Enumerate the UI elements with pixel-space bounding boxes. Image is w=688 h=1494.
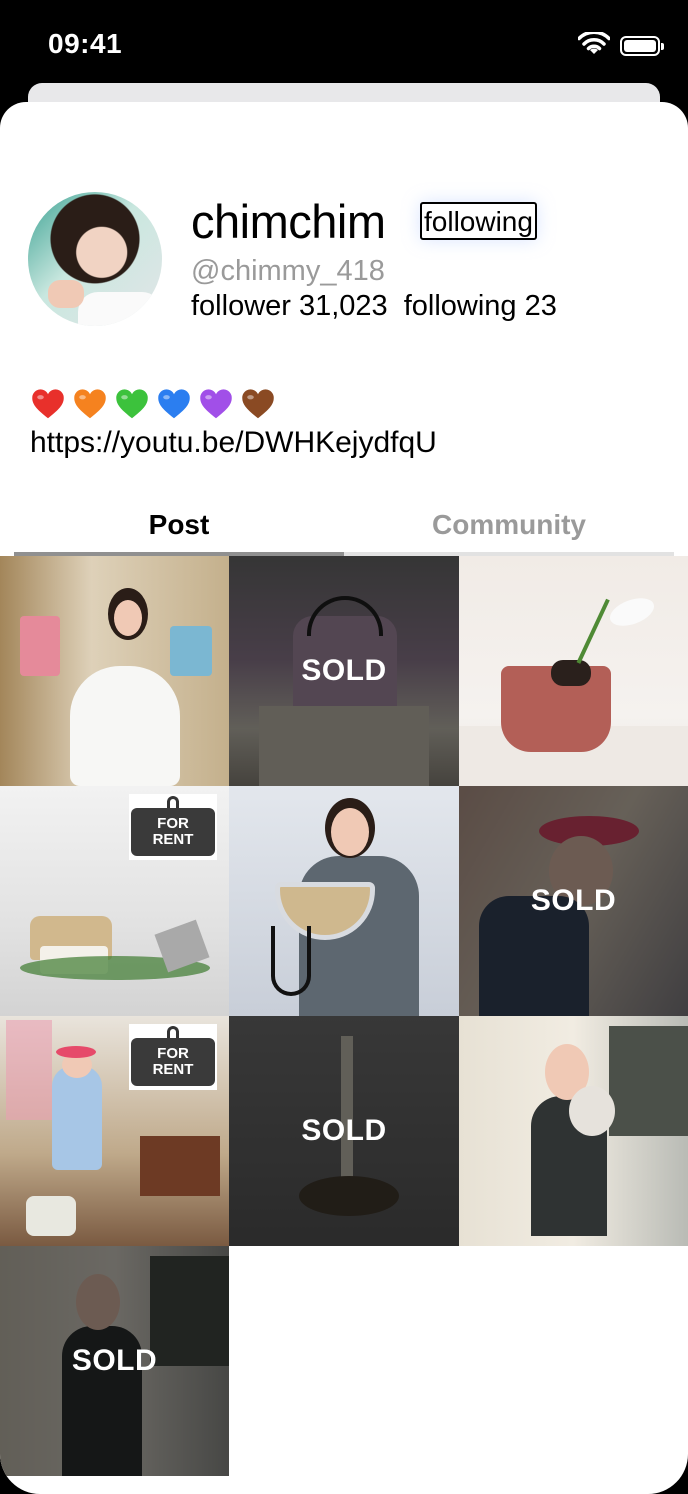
post-thumbnail-5[interactable] <box>229 786 459 1016</box>
tab-post[interactable]: Post <box>14 498 344 556</box>
post-thumbnail-4[interactable]: FOR RENT <box>0 786 229 1016</box>
for-rent-badge: FOR RENT <box>129 794 217 860</box>
status-bar: 09:41 <box>0 0 688 90</box>
follower-count[interactable]: follower 31,023 <box>191 290 388 322</box>
avatar-collar <box>78 292 162 326</box>
avatar[interactable] <box>28 192 162 326</box>
post-thumbnail-10[interactable]: SOLD <box>0 1246 229 1476</box>
rent-line-2: RENT <box>152 1061 194 1078</box>
profile-sheet: chimchim following @chimmy_418 follower … <box>0 102 688 1494</box>
heart-icon <box>116 389 148 419</box>
following-button[interactable]: following <box>420 202 537 240</box>
user-handle: @chimmy_418 <box>191 255 385 287</box>
post-thumbnail-3[interactable] <box>459 556 688 786</box>
heart-icon <box>74 389 106 419</box>
badge-hook-icon <box>167 1026 179 1038</box>
heart-icon <box>242 389 274 419</box>
following-count[interactable]: following 23 <box>404 290 557 322</box>
post-thumbnail-2[interactable]: SOLD <box>229 556 459 786</box>
rent-line-1: FOR <box>157 1045 189 1062</box>
username: chimchim <box>191 195 386 248</box>
heart-icon <box>158 389 190 419</box>
notch <box>152 0 536 56</box>
post-thumbnail-9[interactable] <box>459 1016 688 1246</box>
post-thumbnail-6[interactable]: SOLD <box>459 786 688 1016</box>
rent-line-2: RENT <box>152 831 194 848</box>
bio-hearts <box>30 386 276 422</box>
status-time: 09:41 <box>48 28 123 59</box>
avatar-hand <box>48 280 84 308</box>
post-thumbnail-7[interactable]: FOR RENT <box>0 1016 229 1246</box>
heart-icon <box>32 389 64 419</box>
badge-hook-icon <box>167 796 179 808</box>
wifi-icon <box>578 32 610 54</box>
post-thumbnail-8[interactable]: SOLD <box>229 1016 459 1246</box>
profile-tabs: Post Community <box>14 498 674 556</box>
follow-stats: follower 31,023 following 23 <box>191 290 557 323</box>
sold-label: SOLD <box>301 1114 387 1147</box>
sold-label: SOLD <box>530 884 617 917</box>
bio-link[interactable]: https://youtu.be/DWHKejydfqU <box>30 426 437 460</box>
post-thumbnail-1[interactable] <box>0 556 229 786</box>
sold-label: SOLD <box>301 654 387 687</box>
sold-label: SOLD <box>71 1344 158 1377</box>
battery-icon <box>620 36 664 56</box>
for-rent-badge: FOR RENT <box>129 1024 217 1090</box>
tab-community[interactable]: Community <box>344 498 674 556</box>
post-grid: SOLD FOR RENT SOLD FOR RENT SOLD SOLD <box>0 556 688 1476</box>
heart-icon <box>200 389 232 419</box>
rent-line-1: FOR <box>157 815 189 832</box>
